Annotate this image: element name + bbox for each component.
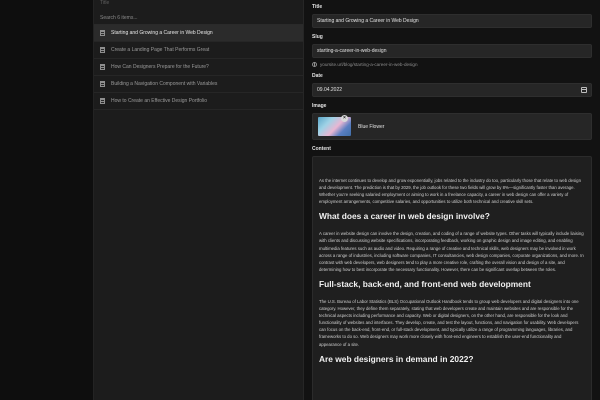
list-item-label: How Can Designers Prepare for the Future…: [111, 64, 209, 70]
list-item-label: Building a Navigation Component with Var…: [111, 81, 218, 87]
list-item[interactable]: How to Create an Effective Design Portfo…: [94, 93, 306, 110]
list-item[interactable]: Create a Landing Page That Performs Grea…: [94, 42, 306, 59]
title-field[interactable]: [317, 18, 587, 24]
slug-url: yoursite.url/blog/starting-a-career-in-w…: [320, 62, 418, 67]
remove-image-icon[interactable]: ×: [341, 115, 348, 122]
slug-label: Slug: [312, 34, 323, 40]
date-value: 09.04.2022: [317, 87, 343, 93]
content-heading: What does a career in web design involve…: [319, 211, 490, 222]
content-paragraph: As the internet continues to develop and…: [319, 178, 581, 205]
content-paragraph: The U.S. Bureau of Labor Statistics (BLS…: [319, 298, 579, 347]
image-name: Blue Flower: [358, 123, 385, 130]
date-field[interactable]: 09.04.2022: [312, 83, 592, 97]
date-label: Date: [312, 73, 323, 79]
list-item[interactable]: Starting and Growing a Career in Web Des…: [94, 25, 306, 42]
content-label: Content: [312, 146, 331, 152]
document-icon: [100, 47, 105, 53]
slug-field-box: [312, 44, 592, 58]
content-heading: Are web designers in demand in 2022?: [319, 353, 474, 364]
content-paragraph: A career in website design can involve t…: [319, 231, 584, 272]
document-icon: [100, 81, 105, 87]
list-item[interactable]: Building a Navigation Component with Var…: [94, 76, 306, 93]
document-icon: [100, 98, 105, 104]
list-item-label: Starting and Growing a Career in Web Des…: [111, 30, 213, 36]
image-label: Image: [312, 103, 327, 109]
search-row: [94, 11, 306, 25]
slug-url-hint: yoursite.url/blog/starting-a-career-in-w…: [312, 62, 592, 67]
slug-field[interactable]: [317, 48, 587, 54]
title-label: Title: [312, 4, 323, 10]
list-item[interactable]: How Can Designers Prepare for the Future…: [94, 59, 306, 76]
globe-icon: [312, 62, 317, 67]
title-field-box: [312, 14, 592, 28]
app-sidebar: [0, 0, 93, 400]
image-field[interactable]: × Blue Flower: [312, 113, 592, 140]
calendar-icon[interactable]: [581, 87, 587, 93]
collection-list-panel: Title Starting and Growing a Career in W…: [93, 0, 306, 400]
search-input[interactable]: [100, 14, 270, 21]
document-icon: [100, 64, 105, 70]
document-icon: [100, 30, 105, 36]
content-rich-text-editor[interactable]: As the internet continues to develop and…: [312, 156, 592, 400]
list-item-label: Create a Landing Page That Performs Grea…: [111, 47, 210, 53]
list-item-label: How to Create an Effective Design Portfo…: [111, 98, 208, 104]
column-header-title: Title: [100, 0, 110, 6]
content-heading: Full-stack, back-end, and front-end web …: [319, 278, 531, 289]
item-editor-drawer: Title Slug yoursite.url/blog/starting-a-…: [303, 0, 600, 400]
